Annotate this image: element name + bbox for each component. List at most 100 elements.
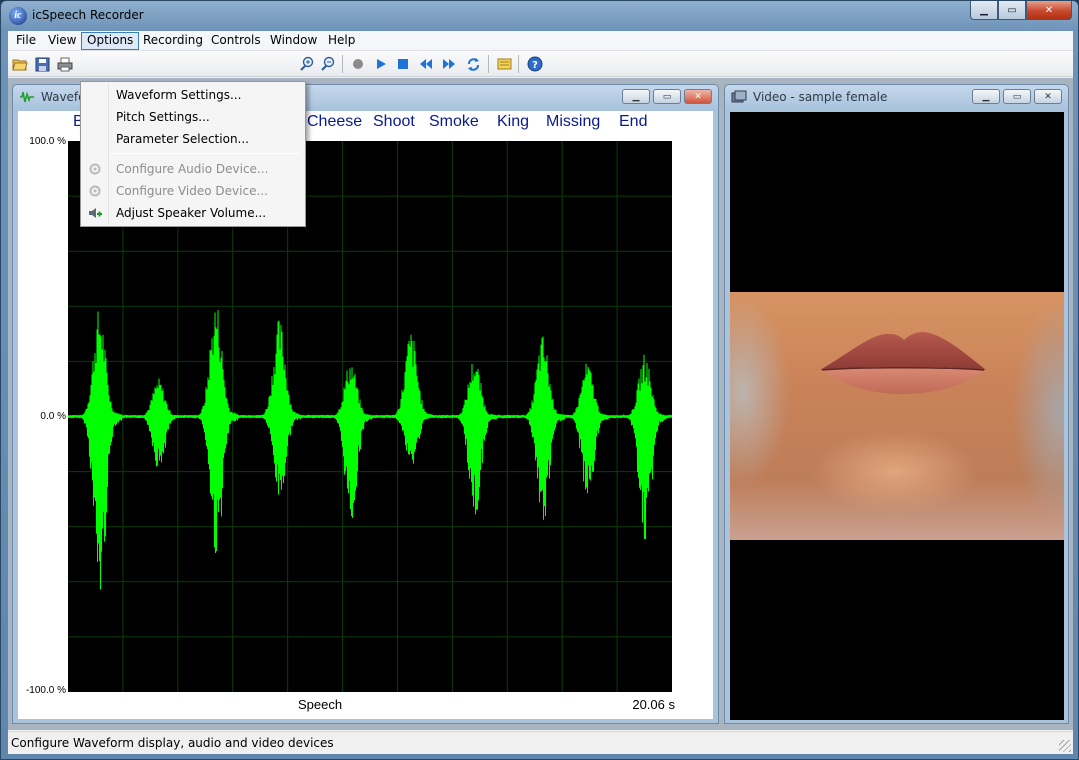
word-label[interactable]: King xyxy=(497,113,529,131)
save-icon xyxy=(35,57,49,71)
window-title: icSpeech Recorder xyxy=(32,8,144,22)
video-frame xyxy=(730,112,1064,720)
menu-item-label: Pitch Settings... xyxy=(116,110,210,124)
close-button[interactable]: ✕ xyxy=(1026,1,1072,20)
rewind-button[interactable] xyxy=(417,55,435,73)
menu-configure-audio[interactable]: Configure Audio Device... xyxy=(83,158,303,180)
toolbar-separator xyxy=(518,55,519,73)
x-axis-label: Speech xyxy=(298,697,343,712)
toolbar: ? xyxy=(8,51,1073,77)
waveform-maximize-button[interactable]: ▭ xyxy=(653,89,681,104)
fast-forward-icon xyxy=(443,59,455,69)
waveform-trace xyxy=(68,310,672,590)
loop-button[interactable] xyxy=(464,55,482,73)
menu-item-label: Parameter Selection... xyxy=(116,132,249,146)
maximize-icon: ▭ xyxy=(662,91,672,102)
minimize-button[interactable]: ▁ xyxy=(970,1,998,20)
close-icon: ✕ xyxy=(1044,91,1052,102)
video-minimize-button[interactable]: ▁ xyxy=(972,89,1000,104)
speaker-volume-icon xyxy=(89,208,102,218)
audio-device-icon xyxy=(89,163,101,175)
record-icon xyxy=(353,59,363,69)
save-button[interactable] xyxy=(33,55,51,73)
maximize-button[interactable]: ▭ xyxy=(998,1,1026,20)
print-icon xyxy=(57,57,73,71)
zoom-out-icon xyxy=(321,56,335,71)
zoom-in-button[interactable] xyxy=(298,55,316,73)
zoom-out-button[interactable] xyxy=(319,55,337,73)
app-window: ic icSpeech Recorder ▁ ▭ ✕ File View Opt… xyxy=(0,0,1079,760)
toolbar-separator xyxy=(342,55,343,73)
resize-grip[interactable] xyxy=(1059,740,1071,752)
video-window: Video - sample female ▁ ▭ ✕ xyxy=(724,84,1069,724)
y-tick-bottom: -100.0 % xyxy=(25,685,66,696)
menu-bar: File View Options Recording Controls Win… xyxy=(8,31,1073,51)
loop-icon xyxy=(467,57,479,71)
fast-forward-button[interactable] xyxy=(440,55,458,73)
title-bar[interactable]: ic icSpeech Recorder ▁ ▭ ✕ xyxy=(1,1,1078,31)
menu-separator xyxy=(111,153,301,154)
menu-controls[interactable]: Controls xyxy=(206,32,266,50)
menu-window[interactable]: Window xyxy=(265,32,322,50)
client-area: File View Options Recording Controls Win… xyxy=(8,31,1073,754)
status-bar: Configure Waveform display, audio and vi… xyxy=(8,731,1073,754)
toolbar-separator xyxy=(488,55,489,73)
notes-button[interactable] xyxy=(495,55,513,73)
open-button[interactable] xyxy=(11,55,29,73)
waveform-icon xyxy=(20,91,34,103)
stop-icon xyxy=(398,59,408,69)
menu-configure-video[interactable]: Configure Video Device... xyxy=(83,180,303,202)
duration-readout: 20.06 s xyxy=(632,697,675,712)
menu-item-label: Configure Video Device... xyxy=(116,184,268,198)
video-face-image xyxy=(730,292,1064,540)
app-icon: ic xyxy=(9,7,27,25)
rewind-icon xyxy=(420,59,432,69)
word-label[interactable]: Missing xyxy=(546,113,600,131)
y-tick-top: 100.0 % xyxy=(29,136,66,147)
minimize-icon: ▁ xyxy=(982,91,990,102)
waveform-minimize-button[interactable]: ▁ xyxy=(622,89,650,104)
menu-item-label: Waveform Settings... xyxy=(116,88,242,102)
help-icon: ? xyxy=(527,56,543,72)
menu-view[interactable]: View xyxy=(43,32,81,50)
maximize-icon: ▭ xyxy=(1012,91,1022,102)
menu-pitch-settings[interactable]: Pitch Settings... xyxy=(83,106,303,128)
video-window-title: Video - sample female xyxy=(753,90,888,104)
maximize-icon: ▭ xyxy=(1007,4,1017,16)
options-dropdown-menu: Waveform Settings... Pitch Settings... P… xyxy=(80,81,306,227)
word-label[interactable]: Smoke xyxy=(429,113,479,131)
menu-recording[interactable]: Recording xyxy=(138,32,208,50)
svg-text:?: ? xyxy=(532,60,538,71)
y-tick-mid: 0.0 % xyxy=(40,411,66,422)
menu-parameter-selection[interactable]: Parameter Selection... xyxy=(83,128,303,150)
menu-item-label: Adjust Speaker Volume... xyxy=(116,206,267,220)
record-button[interactable] xyxy=(349,55,367,73)
play-icon xyxy=(377,59,386,69)
menu-file[interactable]: File xyxy=(11,32,41,50)
word-label[interactable]: End xyxy=(619,113,647,131)
minimize-icon: ▁ xyxy=(632,91,640,102)
menu-help[interactable]: Help xyxy=(323,32,360,50)
menu-waveform-settings[interactable]: Waveform Settings... xyxy=(83,84,303,106)
play-button[interactable] xyxy=(372,55,390,73)
print-button[interactable] xyxy=(56,55,74,73)
menu-options[interactable]: Options xyxy=(81,32,140,50)
help-button[interactable]: ? xyxy=(526,55,544,73)
notes-icon xyxy=(497,58,511,70)
menu-item-label: Configure Audio Device... xyxy=(116,162,269,176)
video-device-icon xyxy=(89,185,101,197)
zoom-in-icon xyxy=(300,56,314,71)
video-close-button[interactable]: ✕ xyxy=(1034,89,1062,104)
close-icon: ✕ xyxy=(1044,4,1054,16)
word-label[interactable]: Cheese xyxy=(307,113,362,131)
video-maximize-button[interactable]: ▭ xyxy=(1003,89,1031,104)
menu-adjust-speaker-volume[interactable]: Adjust Speaker Volume... xyxy=(83,202,303,224)
close-icon: ✕ xyxy=(694,91,702,102)
video-icon xyxy=(731,90,747,103)
lips-shape xyxy=(820,332,986,394)
word-label[interactable]: Shoot xyxy=(373,113,415,131)
stop-button[interactable] xyxy=(394,55,412,73)
folder-open-icon xyxy=(12,59,28,71)
waveform-close-button[interactable]: ✕ xyxy=(684,89,712,104)
minimize-icon: ▁ xyxy=(980,4,988,16)
